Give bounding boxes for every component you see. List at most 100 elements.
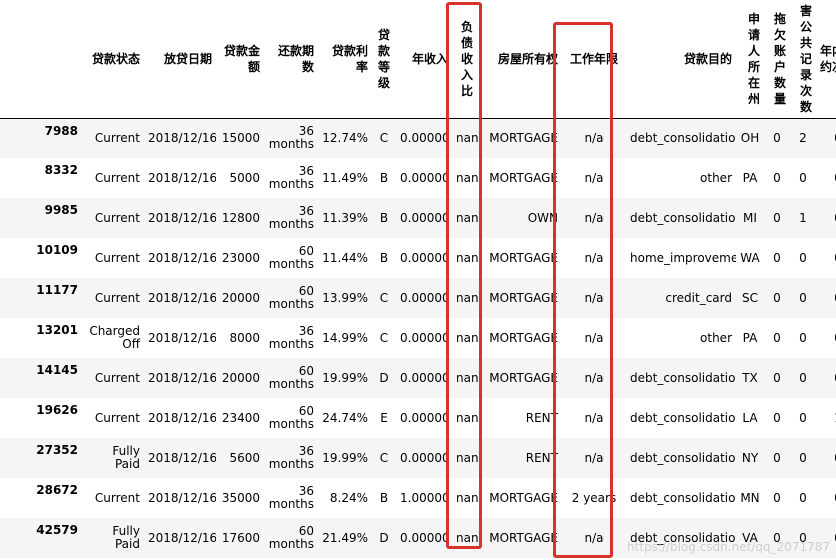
cell-pub-rec: 0 (790, 398, 816, 438)
cell-grade: C (372, 278, 396, 318)
column-header-dti: 负债收入比 (452, 0, 482, 119)
cell-interest-rate: 21.49% (318, 518, 372, 558)
cell-home-ownership: RENT (482, 438, 562, 478)
cell-addr-state: LA (736, 398, 764, 438)
cell-dti: nan (452, 478, 482, 518)
cell-defaults: 0 (816, 358, 836, 398)
table-row: 9985 Current 2018/12/16 12800 36 months 11.39… (0, 198, 836, 238)
cell-annual-income: 1.00000 (396, 478, 452, 518)
cell-home-ownership: MORTGAGE (482, 478, 562, 518)
cell-term: 60 months (264, 278, 318, 318)
cell-addr-state: WA (736, 238, 764, 278)
cell-addr-state: TX (736, 358, 764, 398)
cell-delinq-accounts: 0 (764, 278, 790, 318)
row-index: 28672 (0, 478, 82, 518)
cell-loan-amount: 35000 (216, 478, 264, 518)
cell-emp-length: n/a (562, 118, 626, 158)
cell-delinq-accounts: 0 (764, 118, 790, 158)
cell-pub-rec: 0 (790, 318, 816, 358)
cell-emp-length: 2 years (562, 478, 626, 518)
loan-dataframe-table: 贷款状态 放贷日期 贷款金额 还款期数 贷款利率 贷款等级 年收入 负债收入比 房屋所有权 工作年… (0, 0, 836, 558)
cell-loan-amount: 8000 (216, 318, 264, 358)
cell-issue-date: 2018/12/16 (144, 398, 216, 438)
cell-pub-rec: 1 (790, 198, 816, 238)
cell-addr-state: SC (736, 278, 764, 318)
cell-emp-length: n/a (562, 238, 626, 278)
cell-annual-income: 0.00000 (396, 278, 452, 318)
cell-issue-date: 2018/12/16 (144, 118, 216, 158)
cell-purpose: debt_consolidation (626, 438, 736, 478)
watermark: https://blog.csdn.net/qq_2071787 (626, 540, 830, 554)
cell-interest-rate: 11.39% (318, 198, 372, 238)
cell-loan-amount: 20000 (216, 358, 264, 398)
column-header-grade: 贷款等级 (372, 0, 396, 119)
cell-dti: nan (452, 518, 482, 558)
cell-delinq-accounts: 0 (764, 398, 790, 438)
cell-purpose: home_improvement (626, 238, 736, 278)
cell-emp-length: n/a (562, 278, 626, 318)
cell-grade: B (372, 478, 396, 518)
table-row: 27352 Fully Paid 2018/12/16 5600 36 months 19… (0, 438, 836, 478)
cell-loan-amount: 17600 (216, 518, 264, 558)
cell-emp-length: n/a (562, 198, 626, 238)
cell-home-ownership: RENT (482, 398, 562, 438)
cell-purpose: debt_consolidation (626, 478, 736, 518)
column-header-interest-rate: 贷款利率 (318, 0, 372, 119)
cell-defaults: 0 (816, 198, 836, 238)
cell-defaults: 0 (816, 438, 836, 478)
cell-loan-amount: 15000 (216, 118, 264, 158)
cell-term: 60 months (264, 358, 318, 398)
cell-dti: nan (452, 198, 482, 238)
cell-delinq-accounts: 0 (764, 478, 790, 518)
cell-issue-date: 2018/12/16 (144, 238, 216, 278)
cell-loan-amount: 5000 (216, 158, 264, 198)
cell-pub-rec: 0 (790, 278, 816, 318)
cell-home-ownership: MORTGAGE (482, 318, 562, 358)
cell-home-ownership: OWN (482, 198, 562, 238)
cell-home-ownership: MORTGAGE (482, 118, 562, 158)
row-index: 9985 (0, 198, 82, 238)
cell-addr-state: OH (736, 118, 764, 158)
header-row: 贷款状态 放贷日期 贷款金额 还款期数 贷款利率 贷款等级 年收入 负债收入比 房屋所有权 工作年… (0, 0, 836, 119)
cell-interest-rate: 14.99% (318, 318, 372, 358)
cell-annual-income: 0.00000 (396, 438, 452, 478)
cell-grade: C (372, 438, 396, 478)
cell-emp-length: n/a (562, 318, 626, 358)
cell-term: 36 months (264, 438, 318, 478)
table-body: 7988 Current 2018/12/16 15000 36 months 12.74… (0, 118, 836, 558)
cell-grade: D (372, 358, 396, 398)
column-header-delinq-accounts: 拖欠账户数量 (764, 0, 790, 119)
row-index: 27352 (0, 438, 82, 478)
cell-annual-income: 0.00000 (396, 518, 452, 558)
cell-loan-amount: 23000 (216, 238, 264, 278)
cell-loan-status: Fully Paid (82, 518, 144, 558)
cell-issue-date: 2018/12/16 (144, 358, 216, 398)
cell-addr-state: MI (736, 198, 764, 238)
cell-interest-rate: 11.49% (318, 158, 372, 198)
cell-emp-length: n/a (562, 398, 626, 438)
cell-interest-rate: 11.44% (318, 238, 372, 278)
column-header-index (0, 0, 82, 119)
cell-emp-length: n/a (562, 358, 626, 398)
cell-issue-date: 2018/12/16 (144, 158, 216, 198)
cell-loan-status: Charged Off (82, 318, 144, 358)
column-header-loan-amount: 贷款金额 (216, 0, 264, 119)
column-header-pub-rec: 害公共记录次数 (790, 0, 816, 119)
cell-dti: nan (452, 398, 482, 438)
cell-delinq-accounts: 0 (764, 158, 790, 198)
cell-interest-rate: 24.74% (318, 398, 372, 438)
row-index: 10109 (0, 238, 82, 278)
cell-term: 60 months (264, 518, 318, 558)
cell-term: 36 months (264, 478, 318, 518)
table-row: 7988 Current 2018/12/16 15000 36 months 12.74… (0, 118, 836, 158)
column-header-term: 还款期数 (264, 0, 318, 119)
cell-interest-rate: 19.99% (318, 438, 372, 478)
cell-addr-state: NY (736, 438, 764, 478)
column-header-annual-income: 年收入 (396, 0, 452, 119)
cell-pub-rec: 0 (790, 438, 816, 478)
cell-purpose: other (626, 158, 736, 198)
cell-emp-length: n/a (562, 158, 626, 198)
row-index: 19626 (0, 398, 82, 438)
cell-home-ownership: MORTGAGE (482, 518, 562, 558)
cell-annual-income: 0.00000 (396, 398, 452, 438)
